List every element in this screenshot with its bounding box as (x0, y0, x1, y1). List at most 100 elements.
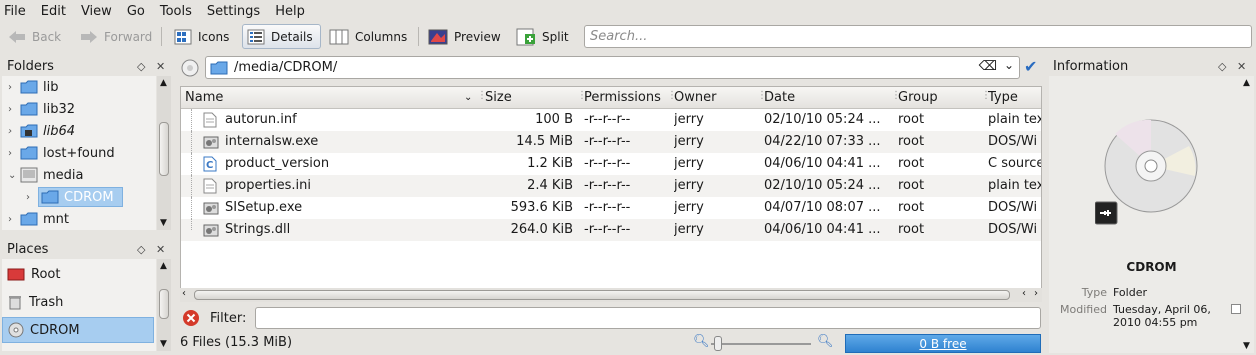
zoom-slider-handle[interactable] (714, 336, 722, 351)
menu-edit[interactable]: Edit (41, 4, 66, 19)
expand-arrow-icon[interactable]: › (8, 214, 20, 225)
horizontal-scrollbar[interactable]: ‹ ‹ › (180, 288, 1042, 302)
float-icon[interactable]: ◇ (1218, 60, 1226, 73)
preview-button[interactable]: Preview (424, 24, 505, 49)
tree-item-mnt[interactable]: › mnt (8, 209, 69, 229)
table-row[interactable]: C product_version 1.2 KiB -r--r--r-- jer… (181, 153, 1041, 175)
scroll-down-icon[interactable]: ▼ (160, 339, 167, 349)
file-type: DOS/Wi (988, 200, 1038, 215)
file-type: plain tex (988, 112, 1042, 127)
forward-button[interactable]: Forward (76, 24, 156, 49)
tree-item-lib64[interactable]: › lib64 (8, 121, 75, 141)
collapse-arrow-icon[interactable]: ⌄ (8, 170, 20, 181)
filter-input[interactable] (255, 307, 1041, 329)
expand-arrow-icon[interactable]: › (8, 126, 20, 137)
tree-item-cdrom[interactable]: › CDROM (26, 187, 123, 207)
trash-icon (9, 296, 21, 310)
column-name[interactable]: Name (185, 90, 223, 105)
scroll-left-icon[interactable]: ‹ (182, 288, 186, 299)
table-row[interactable]: SISetup.exe 593.6 KiB -r--r--r-- jerry 0… (181, 197, 1041, 219)
column-group[interactable]: Group (898, 90, 938, 105)
column-permissions[interactable]: Permissions (584, 90, 661, 105)
scroll-down-icon[interactable]: ▼ (1243, 341, 1250, 351)
close-icon[interactable]: ✕ (156, 60, 165, 73)
preview-icon (428, 29, 448, 44)
scroll-left-icon[interactable]: ‹ (1022, 288, 1026, 299)
column-size[interactable]: Size (485, 90, 512, 105)
place-cdrom[interactable]: CDROM (2, 317, 154, 343)
file-group: root (898, 200, 925, 215)
places-panel: Places ◇ ✕ Root Trash CDROM ▲ ▼ (0, 237, 176, 353)
scroll-up-icon[interactable]: ▲ (1243, 78, 1250, 88)
scroll-up-icon[interactable]: ▲ (160, 78, 167, 88)
zoom-in-icon[interactable]: 🔍︎ (817, 334, 834, 349)
cdrom-preview-icon (1095, 119, 1198, 225)
column-owner[interactable]: Owner (674, 90, 716, 105)
info-item-name: CDROM (1126, 260, 1177, 274)
close-filter-icon[interactable] (182, 309, 200, 327)
information-scrollbar[interactable]: ▲ ▼ (1240, 76, 1254, 353)
location-toggle-icon[interactable] (181, 59, 199, 77)
place-root[interactable]: Root (2, 261, 154, 287)
float-icon[interactable]: ◇ (137, 243, 145, 256)
columns-view-button[interactable]: Columns (325, 24, 411, 49)
file-group: root (898, 222, 925, 237)
arrow-right-icon (81, 30, 97, 43)
text-file-icon (203, 112, 217, 128)
table-row[interactable]: properties.ini 2.4 KiB -r--r--r-- jerry … (181, 175, 1041, 197)
place-trash[interactable]: Trash (2, 289, 154, 315)
menu-tools[interactable]: Tools (160, 4, 192, 19)
menu-go[interactable]: Go (127, 4, 145, 19)
folder-tree: › lib › lib32 › lib64 › lost+found ⌄ med… (2, 76, 156, 230)
search-input[interactable]: Search... (584, 25, 1252, 48)
file-owner: jerry (674, 156, 704, 171)
zoom-out-icon[interactable]: 🔍︎ (693, 334, 710, 349)
scroll-right-icon[interactable]: › (1034, 288, 1038, 299)
tree-item-lib[interactable]: › lib (8, 77, 58, 97)
history-dropdown-icon[interactable]: ⌄ (1004, 58, 1014, 72)
info-type-row: Type Folder (1081, 286, 1147, 299)
table-row[interactable]: Strings.dll 264.0 KiB -r--r--r-- jerry 0… (181, 219, 1041, 241)
file-size: 593.6 KiB (510, 200, 573, 215)
scroll-down-icon[interactable]: ▼ (160, 218, 167, 228)
expand-arrow-icon[interactable]: › (26, 192, 38, 203)
sort-descending-icon[interactable]: ⌄ (464, 92, 472, 103)
columns-view-icon (329, 29, 349, 44)
split-button[interactable]: Split (512, 24, 573, 49)
info-modified-row: Modified Tuesday, April 06, (1060, 303, 1211, 316)
details-view-button[interactable]: Details (242, 24, 321, 49)
float-icon[interactable]: ◇ (137, 60, 145, 73)
scroll-up-icon[interactable]: ▲ (160, 261, 167, 271)
status-summary: 6 Files (15.3 MiB) (180, 335, 293, 350)
root-drive-icon (7, 268, 25, 281)
icons-view-button[interactable]: Icons (170, 24, 233, 49)
tree-item-lost-found[interactable]: › lost+found (8, 143, 115, 163)
file-permissions: -r--r--r-- (584, 222, 631, 237)
expand-arrow-icon[interactable]: › (8, 148, 20, 159)
menubar: File Edit View Go Tools Settings Help (0, 0, 1256, 22)
close-icon[interactable]: ✕ (156, 243, 165, 256)
menu-view[interactable]: View (81, 4, 112, 19)
menu-settings[interactable]: Settings (207, 4, 260, 19)
folders-scrollbar[interactable]: ▲ ▼ (157, 76, 171, 230)
library-icon (203, 224, 219, 237)
tree-item-lib32[interactable]: › lib32 (8, 99, 75, 119)
go-check-icon[interactable]: ✔ (1024, 57, 1037, 76)
menu-file[interactable]: File (4, 4, 26, 19)
close-icon[interactable]: ✕ (1237, 60, 1246, 73)
places-scrollbar[interactable]: ▲ ▼ (157, 259, 171, 351)
clear-location-icon[interactable]: ⌫ (979, 59, 997, 74)
back-button[interactable]: Back (4, 24, 65, 49)
tree-item-media[interactable]: ⌄ media (8, 165, 84, 185)
expand-arrow-icon[interactable]: › (8, 82, 20, 93)
table-row[interactable]: autorun.inf 100 B -r--r--r-- jerry 02/10… (181, 109, 1042, 131)
zoom-slider[interactable] (711, 343, 811, 345)
file-group: root (898, 112, 925, 127)
column-date[interactable]: Date (764, 90, 795, 105)
status-bar: 6 Files (15.3 MiB) 🔍︎ 🔍︎ 0 B free (179, 334, 1043, 354)
table-row[interactable]: internalsw.exe 14.5 MiB -r--r--r-- jerry… (181, 131, 1041, 153)
expand-arrow-icon[interactable]: › (8, 104, 20, 115)
column-type[interactable]: Type (988, 90, 1018, 105)
menu-help[interactable]: Help (275, 4, 305, 19)
location-input[interactable]: /media/CDROM/ ⌫ ⌄ (205, 56, 1020, 79)
